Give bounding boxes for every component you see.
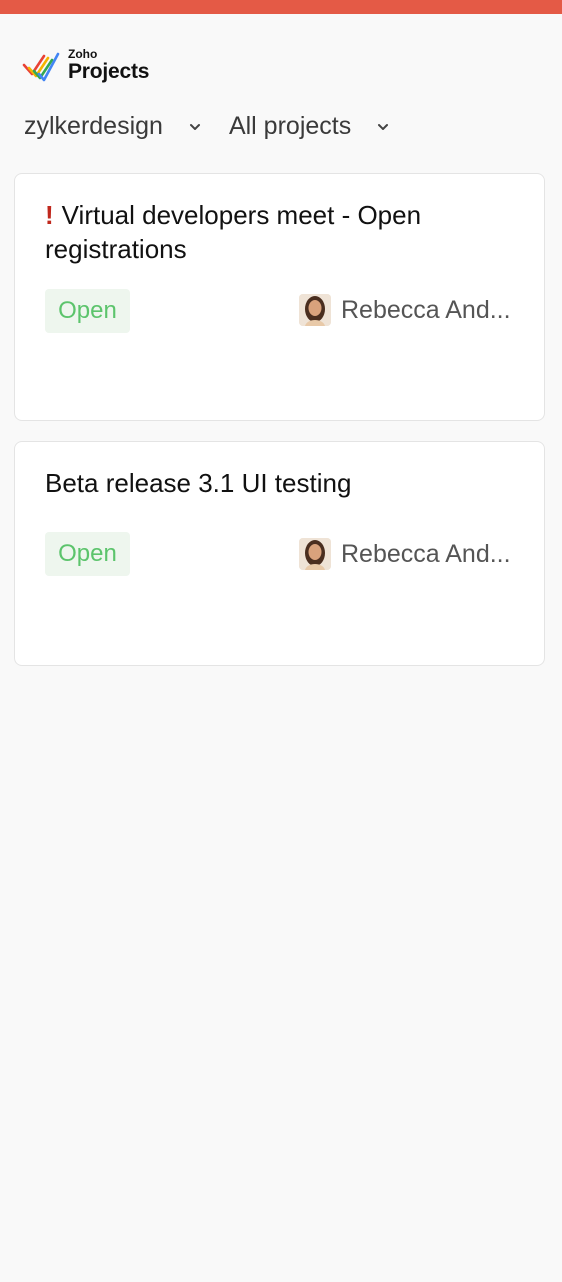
status-badge[interactable]: Open (45, 532, 130, 576)
brand-name: Zoho (68, 47, 98, 61)
task-card[interactable]: Beta release 3.1 UI testing Open Rebecca… (14, 441, 545, 666)
status-badge[interactable]: Open (45, 289, 130, 333)
projects-dropdown[interactable]: All projects (229, 112, 389, 141)
task-owner[interactable]: Rebecca And... (299, 538, 511, 570)
projects-dropdown-label: All projects (228, 112, 352, 140)
app-logo: Zoho Projects (22, 48, 149, 82)
top-accent-bar (0, 0, 562, 14)
owner-name: Rebecca And... (341, 539, 511, 568)
owner-name: Rebecca And... (341, 295, 511, 324)
task-card[interactable]: ! Virtual developers meet - Open registra… (14, 173, 545, 421)
portal-dropdown-label: zylkerdesign (24, 112, 163, 140)
task-title: ! Virtual developers meet - Open registra… (45, 198, 485, 266)
filter-bar: zylkerdesign All projects (24, 112, 389, 141)
task-title: Beta release 3.1 UI testing (45, 466, 485, 500)
avatar (299, 294, 331, 326)
avatar (299, 538, 331, 570)
chevron-down-icon (189, 123, 200, 130)
task-owner[interactable]: Rebecca And... (299, 294, 511, 326)
priority-high-icon: ! (45, 200, 54, 230)
task-title-text: Beta release 3.1 UI testing (45, 468, 352, 498)
product-name: Projects (68, 60, 150, 83)
zoho-projects-logo-icon (22, 52, 60, 82)
chevron-down-icon (378, 123, 389, 130)
task-title-text: Virtual developers meet - Open registrat… (45, 200, 422, 264)
portal-dropdown[interactable]: zylkerdesign (24, 112, 201, 141)
